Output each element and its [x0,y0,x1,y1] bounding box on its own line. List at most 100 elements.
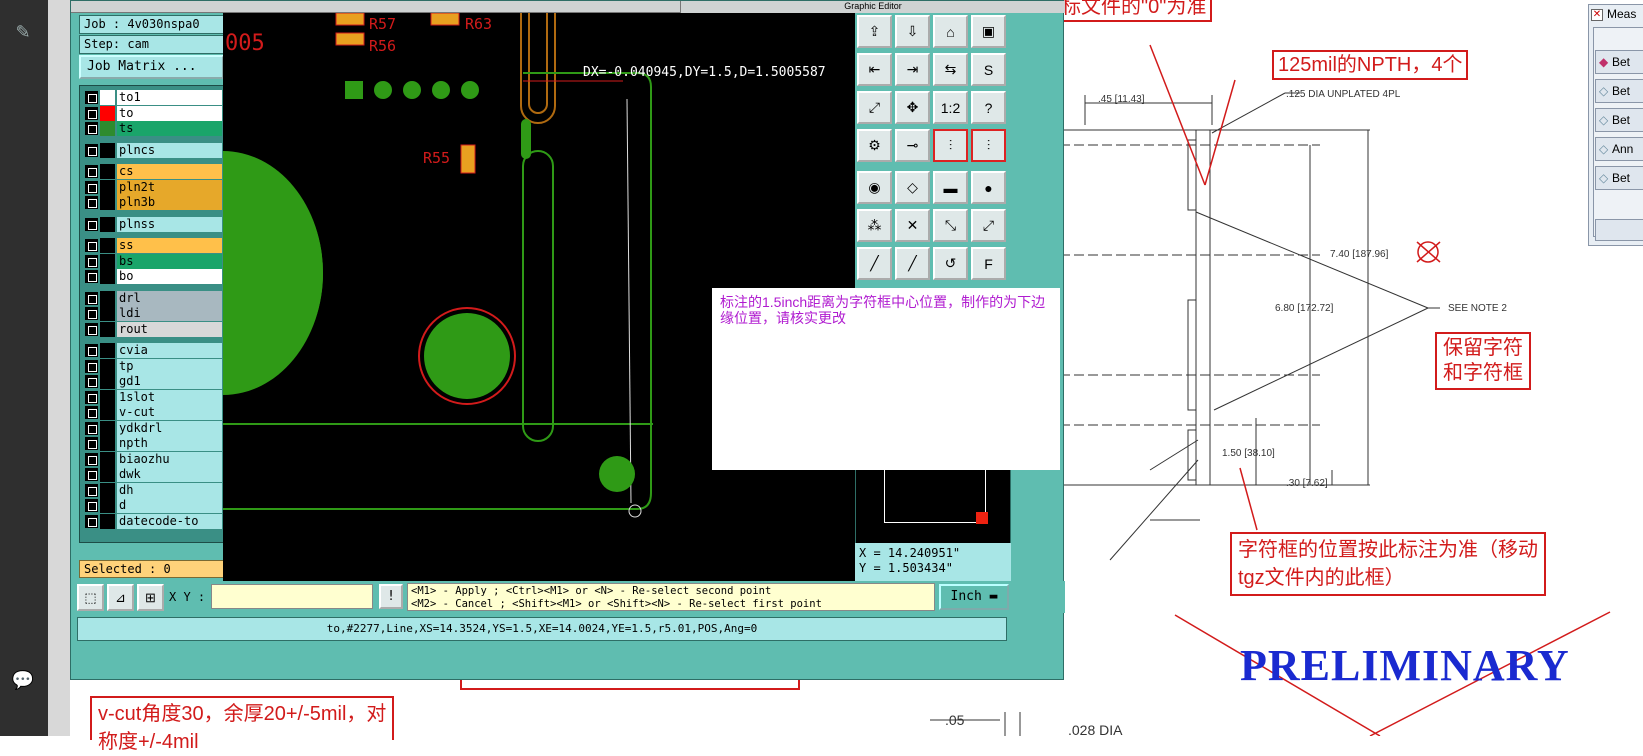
layer-row-ldi[interactable]: ldi [83,306,222,321]
grid-snap-icon[interactable]: ⊞ [137,584,164,611]
select-mode-icon[interactable]: ⬚ [77,584,104,611]
layer-row-rout[interactable]: rout [83,321,222,337]
unit-selector[interactable]: Inch ▬ [939,584,1009,610]
probe-icon[interactable]: ⊸ [895,129,930,162]
layer-color-swatch[interactable] [100,216,115,232]
layer-color-swatch[interactable] [100,195,115,210]
layer-name[interactable]: cvia [117,343,222,358]
layer-name[interactable]: tp [117,358,222,374]
layer-row-to[interactable]: to [83,105,222,121]
layer-color-swatch[interactable] [100,321,115,337]
net-highlight-icon[interactable]: ⫶ [971,129,1006,162]
layer-row-biaozhu[interactable]: biaozhu [83,451,222,467]
save-step-icon[interactable]: ⇩ [895,15,930,48]
zoom-fit-icon[interactable]: ⤢ [857,91,892,124]
open-step-icon[interactable]: ⇪ [857,15,892,48]
layer-checkbox[interactable] [85,91,98,104]
layer-checkbox[interactable] [85,406,98,419]
layer-color-swatch[interactable] [100,358,115,374]
layer-row-bo[interactable]: bo [83,269,222,284]
layer-checkbox[interactable] [85,322,98,336]
center-snap-icon[interactable]: ● [971,171,1006,204]
layer-color-swatch[interactable] [100,405,115,420]
layer-name[interactable]: ldi [117,306,222,321]
layer-color-swatch[interactable] [100,269,115,284]
layer-name[interactable]: plnss [117,216,222,232]
snake-route-icon[interactable]: S [971,53,1006,86]
layer-color-swatch[interactable] [100,142,115,158]
layer-row-npth[interactable]: npth [83,436,222,451]
layer-color-swatch[interactable] [100,105,115,121]
layer-color-swatch[interactable] [100,253,115,269]
layer-row-1slot[interactable]: 1slot [83,389,222,405]
layer-row-datecode-to[interactable]: datecode-to [83,513,222,529]
apply-bang-button[interactable]: ! [379,584,403,609]
measure-mode-icon[interactable]: ⊿ [107,584,134,611]
layer-row-plncs[interactable]: plncs [83,142,222,158]
layer-row-pln3b[interactable]: pln3b [83,195,222,210]
layer-row-dh[interactable]: dh [83,482,222,498]
angle-measure-icon[interactable]: ╱ [895,247,930,280]
layer-row-gd1[interactable]: gd1 [83,374,222,389]
layer-checkbox[interactable] [85,106,98,120]
layer-checkbox[interactable] [85,143,98,157]
layer-name[interactable]: 1slot [117,389,222,405]
layer-checkbox[interactable] [85,291,98,305]
layer-row-tp[interactable]: tp [83,358,222,374]
layer-checkbox[interactable] [85,421,98,435]
layer-row-ss[interactable]: ss [83,238,222,253]
layer-name[interactable]: to1 [117,90,222,105]
layer-row-ydkdrl[interactable]: ydkdrl [83,420,222,436]
layer-checkbox[interactable] [85,196,98,209]
layer-row-v-cut[interactable]: v-cut [83,405,222,420]
layer-name[interactable]: dwk [117,467,222,482]
layer-name[interactable]: datecode-to [117,513,222,529]
layer-name[interactable]: bs [117,253,222,269]
layer-checkbox[interactable] [85,499,98,512]
layer-checkbox[interactable] [85,390,98,404]
settings-icon[interactable]: ⚙ [857,129,892,162]
layer-color-swatch[interactable] [100,164,115,179]
layer-checkbox[interactable] [85,437,98,450]
measure-item-4[interactable]: ◇ Ann [1595,137,1643,161]
layer-name[interactable]: npth [117,436,222,451]
layer-row-cvia[interactable]: cvia [83,343,222,358]
layer-color-swatch[interactable] [100,513,115,529]
layer-name[interactable]: ydkdrl [117,420,222,436]
layer-name[interactable]: rout [117,321,222,337]
layer-row-d[interactable]: d [83,498,222,513]
layer-checkbox[interactable] [85,344,98,357]
help-button[interactable]: ? [971,91,1006,124]
layer-checkbox[interactable] [85,217,98,231]
layer-row-drl[interactable]: drl [83,290,222,306]
measure-item-1[interactable]: ◆ Bet [1595,50,1643,74]
point-to-point-icon[interactable]: ⤡ [933,209,968,242]
frame-icon[interactable]: ▣ [971,15,1006,48]
point-snap-icon[interactable]: ◉ [857,171,892,204]
layer-checkbox[interactable] [85,375,98,388]
layer-color-swatch[interactable] [100,121,115,136]
arc-measure-icon[interactable]: ↺ [933,247,968,280]
edge-snap-icon[interactable]: ◇ [895,171,930,204]
layer-color-swatch[interactable] [100,467,115,482]
layer-name[interactable]: pln2t [117,179,222,195]
ratio-button[interactable]: 1:2 [933,91,968,124]
xy-input[interactable] [211,584,373,609]
layer-color-swatch[interactable] [100,90,115,105]
layer-name[interactable]: v-cut [117,405,222,420]
layer-color-swatch[interactable] [100,238,115,253]
overview-minimap[interactable] [855,463,1011,555]
layer-checkbox[interactable] [85,452,98,466]
layer-checkbox[interactable] [85,239,98,252]
layer-row-dwk[interactable]: dwk [83,467,222,482]
line-measure-icon[interactable]: ╱ [857,247,892,280]
layer-color-swatch[interactable] [100,498,115,513]
connect-points-icon[interactable]: ⁂ [857,209,892,242]
layer-checkbox[interactable] [85,468,98,481]
layer-checkbox[interactable] [85,359,98,373]
layer-row-ts[interactable]: ts [83,121,222,136]
layer-row-cs[interactable]: cs [83,164,222,179]
text-measure-icon[interactable]: F [971,247,1006,280]
layer-color-swatch[interactable] [100,420,115,436]
net-select-icon[interactable]: ⫶ [933,129,968,162]
